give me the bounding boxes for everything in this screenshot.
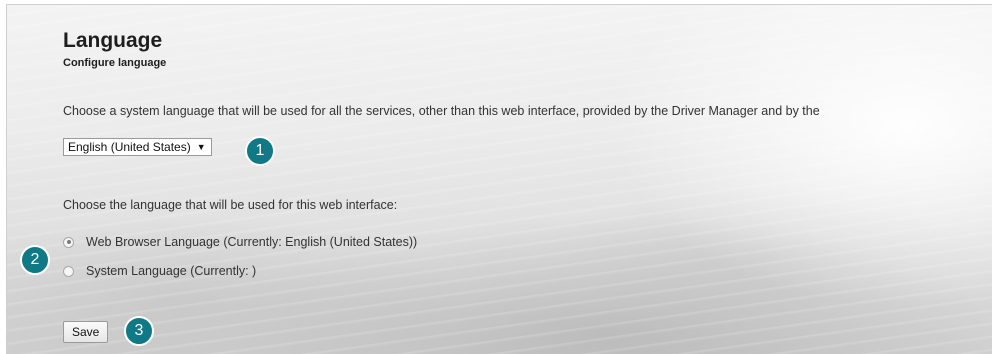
page-subtitle: Configure language xyxy=(63,57,167,69)
language-settings-panel: Language Configure language Choose a sys… xyxy=(6,4,992,354)
system-language-radio[interactable] xyxy=(63,265,74,277)
web-browser-language-label: Web Browser Language (Currently: English… xyxy=(86,235,418,249)
web-browser-language-radio[interactable] xyxy=(63,236,74,248)
system-language-select[interactable]: English (United States) ▼ xyxy=(63,138,212,156)
callout-badge-1: 1 xyxy=(245,136,275,166)
system-language-option[interactable]: System Language (Currently: ) xyxy=(63,264,256,278)
web-browser-language-option[interactable]: Web Browser Language (Currently: English… xyxy=(63,235,417,249)
page-title: Language xyxy=(63,29,163,52)
system-language-selected-value: English (United States) xyxy=(68,140,191,154)
callout-badge-3: 3 xyxy=(124,316,154,346)
language-settings-content: Language Configure language Choose a sys… xyxy=(63,5,992,354)
web-language-description: Choose the language that will be used fo… xyxy=(63,198,398,212)
callout-badge-2: 2 xyxy=(20,245,50,275)
system-language-description: Choose a system language that will be us… xyxy=(63,104,820,118)
dropdown-arrow-icon: ▼ xyxy=(196,142,206,152)
system-language-label: System Language (Currently: ) xyxy=(86,264,257,278)
save-button[interactable]: Save xyxy=(63,321,109,343)
